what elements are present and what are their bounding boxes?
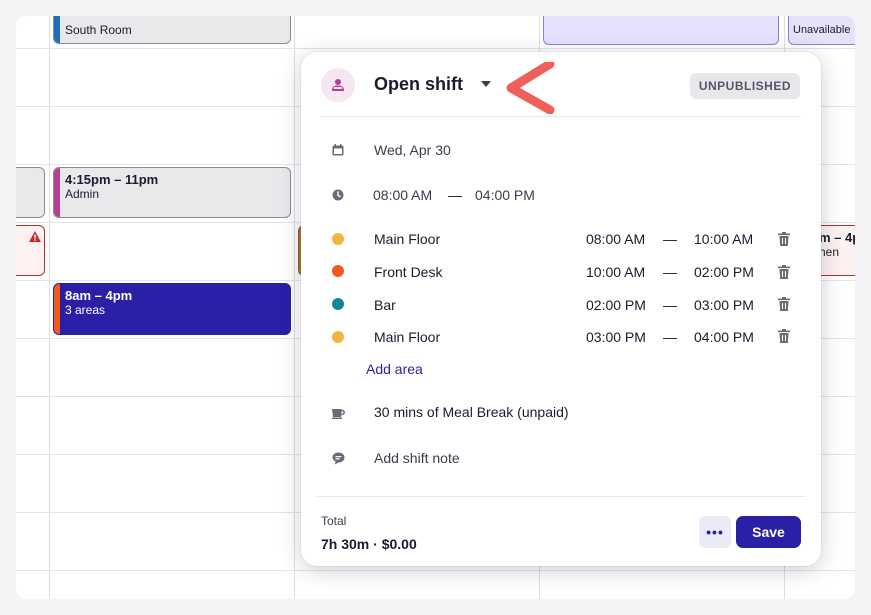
shift-color-bar [54,168,60,217]
area-color-dot [332,298,344,310]
shift-editor-popover: Open shift UNPUBLISHED Wed, Apr 30 08:00… [301,52,821,566]
shift-time: m – 4p [819,230,855,245]
grid-row-line [16,570,855,571]
area-start-time[interactable]: 03:00 PM [586,329,646,345]
area-start-time[interactable]: 02:00 PM [586,297,646,313]
total-label: Total [321,514,347,528]
area-end-time[interactable]: 04:00 PM [694,329,754,345]
shift-card-unavailable[interactable]: Unavailable [788,16,855,45]
more-options-button[interactable]: ••• [699,516,731,548]
open-shift-avatar [321,68,355,102]
divider [321,116,801,117]
shift-title[interactable]: Open shift [374,74,463,95]
time-separator: — [448,187,462,203]
trash-icon[interactable] [778,232,790,246]
warning-icon [29,231,41,242]
annotation-arrow-icon [506,62,555,114]
area-color-dot [332,331,344,343]
divider [317,496,805,497]
unavailable-label: Unavailable [793,24,851,36]
clock-icon [331,188,345,202]
shift-note-input[interactable]: Add shift note [374,450,460,466]
note-bubble-icon [331,451,345,465]
area-start-time[interactable]: 10:00 AM [586,264,645,280]
shift-card-admin[interactable]: 4:15pm – 11pm Admin [53,167,291,218]
shift-card-warning[interactable] [16,225,45,276]
shift-time: 4:15pm – 11pm [65,172,159,187]
grid-row-line [16,48,855,49]
shift-text: 4:15pm – 11pm Admin [65,172,158,202]
shift-color-bar [54,16,60,43]
shift-areas-count: 3 areas [65,303,106,317]
trash-icon[interactable] [778,297,790,311]
area-end-time[interactable]: 10:00 AM [694,231,753,247]
shift-card-unavailable-block[interactable] [543,16,779,45]
area-time-separator: — [663,329,677,345]
save-button[interactable]: Save [736,516,801,548]
area-time-separator: — [663,264,677,280]
shift-end-time[interactable]: 04:00 PM [475,187,535,203]
shift-location: South Room [65,23,132,37]
area-end-time[interactable]: 02:00 PM [694,264,754,280]
coffee-cup-icon [331,406,345,420]
shift-start-time[interactable]: 08:00 AM [373,187,432,203]
shift-sub: hen [819,245,840,259]
shift-role: Admin [65,187,100,201]
person-seat-icon [332,79,344,91]
area-time-separator: — [663,297,677,313]
shift-text: m – 4p hen [819,230,855,260]
shift-card-south-room[interactable]: South Room [53,16,291,44]
area-name[interactable]: Main Floor [374,329,440,345]
shift-color-bar [54,284,60,334]
add-area-link[interactable]: Add area [366,361,423,377]
area-color-dot [332,233,344,245]
chevron-down-icon[interactable] [481,81,491,87]
area-end-time[interactable]: 03:00 PM [694,297,754,313]
area-name[interactable]: Bar [374,297,396,313]
trash-icon[interactable] [778,329,790,343]
area-color-dot [332,265,344,277]
area-time-separator: — [663,231,677,247]
area-name[interactable]: Main Floor [374,231,440,247]
area-name[interactable]: Front Desk [374,264,442,280]
shift-time: 8am – 4pm [65,288,133,303]
status-badge: UNPUBLISHED [689,73,800,99]
shift-card-selected[interactable]: 8am – 4pm 3 areas [53,283,291,335]
meal-break[interactable]: 30 mins of Meal Break (unpaid) [374,404,569,420]
area-start-time[interactable]: 08:00 AM [586,231,645,247]
shift-card-partial-left[interactable] [16,167,45,218]
shift-text: 8am – 4pm 3 areas [65,288,132,318]
total-value: 7h 30m · $0.00 [321,536,417,552]
shift-date[interactable]: Wed, Apr 30 [374,142,451,158]
trash-icon[interactable] [778,265,790,279]
calendar-icon [331,143,345,157]
